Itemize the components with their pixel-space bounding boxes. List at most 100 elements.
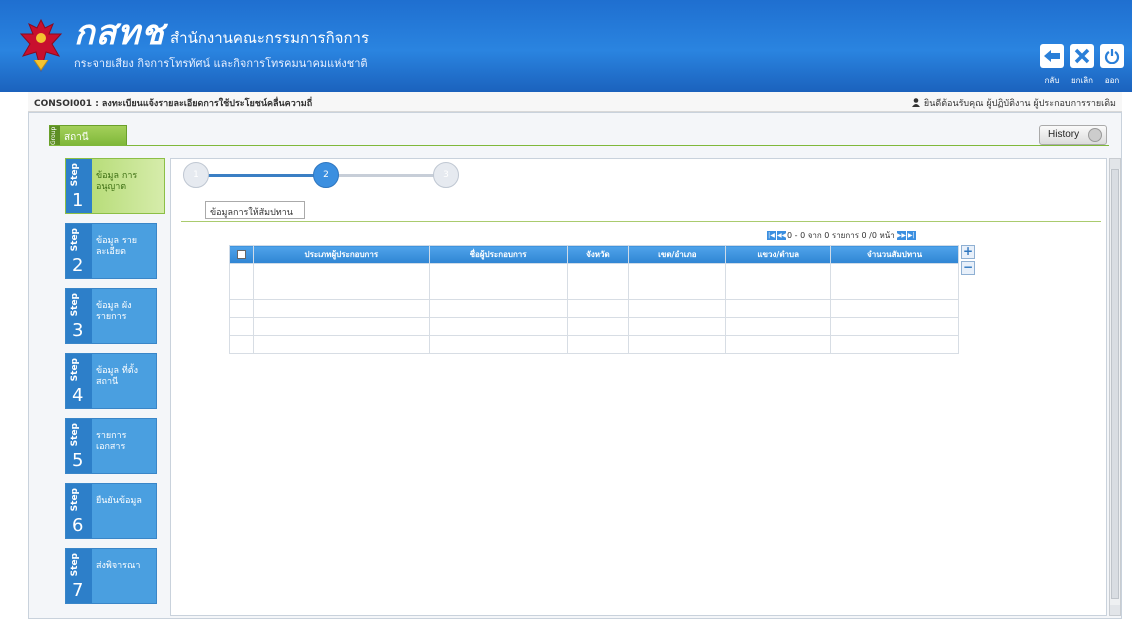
table-row xyxy=(229,317,959,336)
table-cell xyxy=(725,263,832,300)
power-icon xyxy=(1104,49,1120,64)
progress-track-pending xyxy=(333,174,445,177)
progress-node-3[interactable]: 3 xyxy=(433,162,459,188)
subtab-concession[interactable]: ข้อมูลการให้สัมปทาน xyxy=(205,201,305,219)
logo-text: กสทช สำนักงานคณะกรรมการกิจการ กระจายเสีย… xyxy=(74,14,369,72)
content-area: 1 2 3 ข้อมูลการให้สัมปทาน |◀ ◀◀ 0 - 0 จา… xyxy=(170,158,1107,616)
step-number: 6 xyxy=(72,515,84,536)
logout-label: ออก xyxy=(1104,76,1120,85)
select-all-header[interactable] xyxy=(229,245,254,264)
step-label: ส่งพิจารณา xyxy=(96,561,141,571)
col-concession-count[interactable]: จำนวนสัมปทาน xyxy=(830,245,959,264)
group-tab-station[interactable]: Group สถานี xyxy=(49,125,127,145)
step-number: 2 xyxy=(72,255,84,276)
table-cell xyxy=(566,299,630,318)
close-icon xyxy=(1074,48,1090,64)
col-operator-type[interactable]: ประเภทผู้ประกอบการ xyxy=(252,245,430,264)
table-cell xyxy=(229,299,254,318)
remove-row-button[interactable]: − xyxy=(961,261,975,275)
progress-node-2[interactable]: 2 xyxy=(313,162,339,188)
step-6[interactable]: Step 6 ยืนยันข้อมูล xyxy=(65,483,157,539)
step-label: ข้อมูล การอนุญาต xyxy=(96,171,138,192)
logout-button[interactable] xyxy=(1100,44,1124,68)
next-page-button[interactable]: ▶▶ xyxy=(896,230,906,240)
table-cell xyxy=(725,335,832,354)
table-cell xyxy=(628,299,727,318)
cancel-label: ยกเลิก xyxy=(1070,76,1093,85)
step-word: Step xyxy=(70,358,80,382)
step-number: 4 xyxy=(72,385,84,406)
step-label: ข้อมูล ที่ตั้งสถานี xyxy=(96,366,139,387)
group-tab-label: สถานี xyxy=(64,132,89,143)
col-district[interactable]: เขต/อำเภอ xyxy=(628,245,727,264)
step-3[interactable]: Step 3 ข้อมูล ผังรายการ xyxy=(65,288,157,344)
scroll-thumb[interactable] xyxy=(1111,169,1119,599)
step-word: Step xyxy=(70,553,80,577)
col-operator-name[interactable]: ชื่อผู้ประกอบการ xyxy=(428,245,568,264)
content-divider xyxy=(181,221,1101,222)
cancel-button[interactable] xyxy=(1070,44,1094,68)
step-word: Step xyxy=(70,488,80,512)
table-cell xyxy=(229,263,254,300)
step-1[interactable]: Step 1 ข้อมูล การอนุญาต xyxy=(65,158,165,214)
step-number: 1 xyxy=(72,190,84,211)
step-number: 7 xyxy=(72,580,84,601)
table-cell xyxy=(725,317,832,336)
step-4[interactable]: Step 4 ข้อมูล ที่ตั้งสถานี xyxy=(65,353,157,409)
welcome-message: ยินดีต้อนรับคุณ ผู้ปฏิบัติงาน ผู้ประกอบก… xyxy=(911,96,1116,110)
progress-node-1[interactable]: 1 xyxy=(183,162,209,188)
table-cell xyxy=(566,317,630,336)
user-icon xyxy=(911,98,920,107)
back-label: กลับ xyxy=(1044,76,1060,85)
table-cell xyxy=(566,335,630,354)
welcome-text: ยินดีต้อนรับคุณ ผู้ปฏิบัติงาน ผู้ประกอบก… xyxy=(923,99,1116,109)
table-cell xyxy=(628,335,727,354)
table-cell xyxy=(428,263,568,300)
table-cell xyxy=(229,317,254,336)
col-subdistrict[interactable]: แขวง/ตำบล xyxy=(725,245,832,264)
table-cell xyxy=(628,317,727,336)
prev-page-button[interactable]: ◀◀ xyxy=(777,230,786,240)
form-title-bar: CONSOI001 : ลงทะเบียนแจ้งรายละเอียดการใช… xyxy=(28,92,1122,112)
back-arrow-icon xyxy=(1044,50,1060,62)
last-page-button[interactable]: ▶| xyxy=(906,230,916,240)
table-header-row: ประเภทผู้ประกอบการ ชื่อผู้ประกอบการ จังห… xyxy=(229,245,959,264)
organization-name: สำนักงานคณะกรรมการกิจการ xyxy=(170,29,369,47)
table-row xyxy=(229,335,959,354)
history-label: History xyxy=(1048,129,1080,140)
table-cell xyxy=(566,263,630,300)
step-2[interactable]: Step 2 ข้อมูล รายละเอียด xyxy=(65,223,157,279)
table-cell xyxy=(252,317,430,336)
col-province[interactable]: จังหวัด xyxy=(566,245,630,264)
step-number: 3 xyxy=(72,320,84,341)
group-divider xyxy=(49,145,1109,146)
history-icon xyxy=(1088,128,1102,142)
table-cell xyxy=(830,335,959,354)
concession-table: ประเภทผู้ประกอบการ ชื่อผู้ประกอบการ จังห… xyxy=(229,245,959,354)
first-page-button[interactable]: |◀ xyxy=(767,230,776,240)
table-cell xyxy=(428,335,568,354)
table-cell xyxy=(252,263,430,300)
application-window: { "header": { "logo_abbr": "กสทช", "org_… xyxy=(0,0,1132,619)
back-button[interactable] xyxy=(1040,44,1064,68)
history-button[interactable]: History xyxy=(1039,125,1107,145)
form-title: CONSOI001 : ลงทะเบียนแจ้งรายละเอียดการใช… xyxy=(34,99,313,109)
scroll-down-button[interactable] xyxy=(1110,605,1120,615)
vertical-scrollbar[interactable] xyxy=(1109,158,1121,616)
add-row-button[interactable]: + xyxy=(961,245,975,259)
step-word: Step xyxy=(70,163,80,187)
table-cell xyxy=(830,317,959,336)
table-cell xyxy=(725,299,832,318)
main-panel: Group สถานี History Step 1 ข้อมูล การอนุ… xyxy=(28,112,1122,619)
scroll-up-button[interactable] xyxy=(1110,159,1120,169)
grid-row-controls: + − xyxy=(961,245,977,279)
table-cell xyxy=(428,299,568,318)
table-cell xyxy=(830,299,959,318)
select-all-checkbox[interactable] xyxy=(236,250,246,259)
step-label: รายการ เอกสาร xyxy=(96,431,127,452)
table-cell xyxy=(428,317,568,336)
step-5[interactable]: Step 5 รายการ เอกสาร xyxy=(65,418,157,474)
table-cell xyxy=(252,299,430,318)
pager-text: 0 - 0 จาก 0 รายการ 0 /0 หน้า xyxy=(787,230,895,240)
step-7[interactable]: Step 7 ส่งพิจารณา xyxy=(65,548,157,604)
